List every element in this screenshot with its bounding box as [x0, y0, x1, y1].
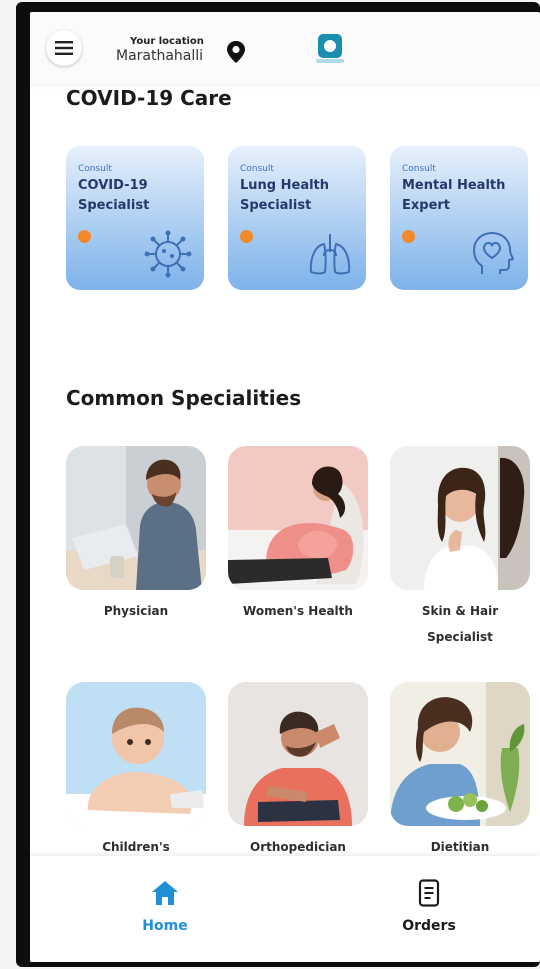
consult-card-covid[interactable]: Consult COVID-19 Specialist [66, 146, 204, 290]
consult-kicker: Consult [78, 164, 112, 174]
speciality-label: Skin & Hair Specialist [421, 604, 499, 644]
location-pin-icon[interactable] [226, 40, 246, 64]
orders-icon [418, 879, 440, 907]
speciality-label: Women's Health [243, 604, 353, 618]
nav-orders[interactable]: Orders [384, 878, 474, 934]
virus-icon [144, 230, 192, 278]
consult-title: Mental Health Expert [402, 178, 506, 213]
nav-home[interactable]: Home [120, 878, 210, 934]
top-bar: Your location Marathahalli [30, 12, 540, 84]
app-screen: Your location Marathahalli COVID-19 Care… [30, 12, 540, 962]
lungs-icon [309, 234, 351, 275]
dietitian-photo [390, 682, 530, 826]
mind-icon [473, 232, 514, 274]
consult-title: COVID-19 Specialist [78, 178, 150, 213]
nav-orders-label: Orders [402, 918, 456, 934]
orange-dot-icon [240, 230, 253, 243]
womens-health-photo [228, 446, 368, 590]
home-icon [152, 881, 178, 905]
menu-button[interactable] [46, 30, 82, 66]
consult-kicker: Consult [240, 164, 274, 174]
specialities-section-title: Common Specialities [66, 386, 302, 410]
physician-photo [66, 446, 206, 590]
consult-card-mental[interactable]: Consult Mental Health Expert [390, 146, 528, 290]
hamburger-icon [55, 41, 73, 55]
orange-dot-icon [78, 230, 91, 243]
nav-home-label: Home [142, 918, 188, 934]
orange-dot-icon [402, 230, 415, 243]
bottom-nav: Home Orders [30, 856, 540, 962]
consult-kicker: Consult [402, 164, 436, 174]
app-logo-wordmark [316, 59, 344, 63]
speciality-label: Physician [103, 604, 169, 618]
orthopedician-photo [228, 682, 368, 826]
skin-hair-photo [390, 446, 530, 590]
consult-title: Lung Health Specialist [240, 178, 330, 213]
consult-card-lung[interactable]: Consult Lung Health Specialist [228, 146, 366, 290]
app-logo-icon [318, 34, 342, 58]
location-value: Marathahalli [116, 48, 204, 64]
covid-section-title: COVID-19 Care [66, 86, 232, 110]
childrens-photo [66, 682, 206, 826]
location-label: Your location [130, 36, 204, 47]
